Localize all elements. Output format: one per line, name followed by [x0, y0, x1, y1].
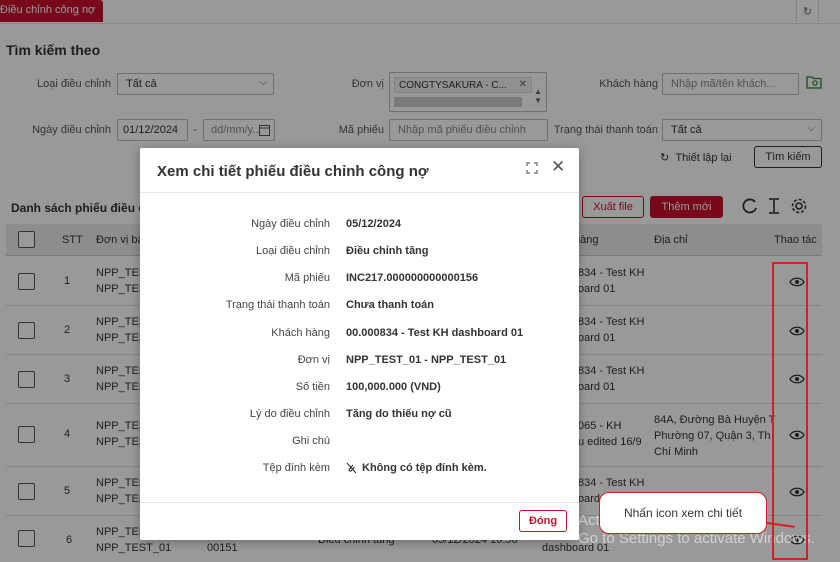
modal-header: Xem chi tiết phiếu điều chỉnh công nợ ✕: [140, 148, 579, 193]
callout-note: Nhấn icon xem chi tiết: [599, 492, 767, 534]
field-value: INC217.000000000000156: [346, 272, 479, 284]
close-button[interactable]: Đóng: [519, 510, 567, 532]
field-label: Khách hàng: [271, 327, 330, 339]
modal-footer-divider: [140, 502, 579, 503]
field-value: 05/12/2024: [346, 218, 402, 230]
field-value: NPP_TEST_01 - NPP_TEST_01: [346, 354, 507, 366]
modal-title: Xem chi tiết phiếu điều chỉnh công nợ: [157, 163, 429, 180]
highlight-frame: [772, 262, 808, 560]
expand-icon[interactable]: [525, 161, 539, 175]
field-value: 00.000834 - Test KH dashboard 01: [346, 327, 524, 339]
close-icon[interactable]: ✕: [551, 157, 565, 177]
field-value: Không có tệp đính kèm.: [362, 462, 487, 474]
field-label: Số tiền: [295, 381, 330, 393]
field-label: Loại điều chỉnh: [255, 245, 330, 257]
field-value: Điều chỉnh tăng: [346, 245, 429, 257]
field-value: Chưa thanh toán: [346, 299, 435, 311]
field-label: Ngày điều chỉnh: [251, 218, 330, 230]
field-value: 100,000.000 (VND): [346, 381, 441, 393]
field-label: Mã phiếu: [284, 272, 330, 284]
field-label: Trạng thái thanh toán: [225, 299, 330, 311]
field-label: Đơn vị: [297, 354, 330, 366]
field-value: Tăng do thiếu nợ cũ: [346, 408, 452, 420]
field-label: Lý do điều chỉnh: [249, 408, 330, 420]
field-label: Ghi chú: [292, 435, 330, 447]
field-label: Tệp đính kèm: [262, 462, 330, 474]
detail-modal: Xem chi tiết phiếu điều chỉnh công nợ ✕ …: [140, 148, 579, 540]
no-attachment-icon: [346, 462, 357, 474]
